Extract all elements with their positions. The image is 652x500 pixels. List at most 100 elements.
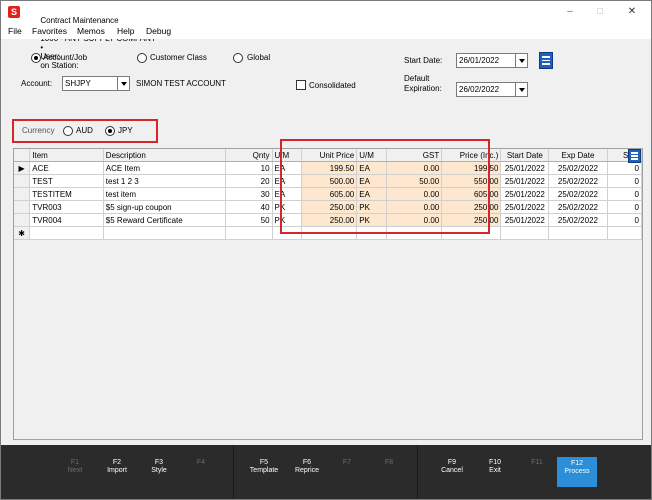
default-expiration-picker[interactable]: 26/02/2022 — [456, 82, 528, 97]
grid-cell-start-date[interactable]: 25/01/2022 — [500, 174, 550, 188]
grid-cell-description[interactable]: ACE Item — [103, 161, 226, 175]
grid-cell-item[interactable]: TVR003 — [29, 200, 104, 214]
grid-cell-item[interactable]: TEST — [29, 174, 104, 188]
row-selector[interactable] — [14, 174, 31, 188]
new-row-cell[interactable] — [607, 226, 642, 240]
new-row-cell[interactable] — [29, 226, 104, 240]
maximize-button[interactable]: □ — [586, 3, 614, 21]
fkey-f6-reprice[interactable]: F6 Reprice — [287, 459, 327, 475]
chevron-down-icon[interactable] — [515, 54, 527, 67]
fkey-code: F12 — [570, 460, 584, 467]
grid-cell-description[interactable]: test 1 2 3 — [103, 174, 226, 188]
grid-cell-sold[interactable]: 0 — [607, 161, 642, 175]
radio-currency-aud[interactable] — [63, 126, 73, 136]
grid-cell-qnty[interactable]: 50 — [225, 213, 273, 227]
app-logo-icon: S — [8, 6, 20, 18]
fkey-code: F9 — [447, 459, 457, 466]
new-row-cell[interactable] — [225, 226, 273, 240]
radio-account-job-label: Account/Job — [43, 53, 88, 62]
fkey-code: F3 — [154, 459, 164, 466]
grid-cell-start-date[interactable]: 25/01/2022 — [500, 161, 550, 175]
grid-cell-qnty[interactable]: 20 — [225, 174, 273, 188]
chevron-down-icon[interactable] — [515, 83, 527, 96]
current-row-indicator-icon[interactable]: ▶ — [14, 161, 31, 175]
fkey-label: Cancel — [441, 467, 463, 474]
col-item[interactable]: Item — [29, 149, 104, 162]
column-chooser-icon[interactable] — [628, 149, 641, 163]
start-date-picker[interactable]: 26/01/2022 — [456, 53, 528, 68]
radio-account-job[interactable] — [31, 53, 41, 63]
default-expiration-label: Default — [404, 74, 430, 83]
close-button[interactable]: ✕ — [618, 3, 646, 21]
fkey-code: F11 — [531, 459, 543, 466]
grid-cell-qnty[interactable]: 10 — [225, 161, 273, 175]
row-selector[interactable] — [14, 187, 31, 201]
fkey-label: Import — [107, 467, 127, 474]
menu-help[interactable]: Help — [117, 26, 134, 36]
new-row-cell[interactable] — [103, 226, 226, 240]
grid-cell-exp-date[interactable]: 25/02/2022 — [548, 213, 608, 227]
consolidated-checkbox[interactable] — [296, 80, 306, 90]
row-selector[interactable] — [14, 200, 31, 214]
menu-favorites[interactable]: Favorites — [32, 26, 67, 36]
grid-cell-sold[interactable]: 0 — [607, 200, 642, 214]
grid-cell-description[interactable]: $5 sign-up coupon — [103, 200, 226, 214]
col-description[interactable]: Description — [103, 149, 226, 162]
radio-currency-aud-label: AUD — [76, 126, 93, 135]
fkey-code: F10 — [488, 459, 502, 466]
minimize-button[interactable]: – — [556, 3, 584, 21]
fkey-label: Template — [249, 467, 279, 474]
grid-cell-exp-date[interactable]: 25/02/2022 — [548, 200, 608, 214]
new-row-icon[interactable]: ✱ — [14, 226, 31, 240]
price-columns-highlight-box — [280, 139, 490, 234]
grid-cell-qnty[interactable]: 40 — [225, 200, 273, 214]
col-qnty[interactable]: Qnty — [225, 149, 273, 162]
grid-cell-description[interactable]: $5 Reward Certificate — [103, 213, 226, 227]
grid-cell-item[interactable]: TESTITEM — [29, 187, 104, 201]
grid-cell-start-date[interactable]: 25/01/2022 — [500, 213, 550, 227]
fkey-f3-style[interactable]: F3 Style — [139, 459, 179, 475]
row-selector[interactable] — [14, 213, 31, 227]
new-row-cell[interactable] — [548, 226, 608, 240]
default-expiration-label-2: Expiration: — [404, 84, 442, 93]
options-menu-icon[interactable] — [539, 52, 553, 69]
radio-global[interactable] — [233, 53, 243, 63]
chevron-down-icon[interactable] — [117, 77, 129, 90]
col-start-date[interactable]: Start Date — [500, 149, 550, 162]
fkey-code: F1 — [70, 459, 80, 466]
radio-global-label: Global — [247, 53, 271, 62]
fkey-f7: F7 — [327, 459, 367, 467]
grid-cell-start-date[interactable]: 25/01/2022 — [500, 187, 550, 201]
fkey-f9-cancel[interactable]: F9 Cancel — [432, 459, 472, 475]
grid-cell-sold[interactable]: 0 — [607, 187, 642, 201]
fkey-f10-exit[interactable]: F10 Exit — [475, 459, 515, 475]
fkey-f5-template[interactable]: F5 Template — [244, 459, 284, 475]
grid-cell-item[interactable]: ACE — [29, 161, 104, 175]
fkey-f2-import[interactable]: F2 Import — [97, 459, 137, 475]
fkey-f11: F11 — [517, 459, 557, 467]
fkey-f12-process[interactable]: F12 Process — [557, 457, 597, 487]
grid-cell-exp-date[interactable]: 25/02/2022 — [548, 187, 608, 201]
grid-cell-start-date[interactable]: 25/01/2022 — [500, 200, 550, 214]
col-exp-date[interactable]: Exp Date — [548, 149, 608, 162]
default-expiration-value: 26/02/2022 — [459, 85, 500, 94]
title-bar: S Contract Maintenance • 1000 - ANY SUPP… — [1, 1, 651, 70]
new-row-cell[interactable] — [500, 226, 550, 240]
fkey-label: Process — [564, 468, 590, 475]
account-combo[interactable]: SHJPY — [62, 76, 130, 91]
menu-debug[interactable]: Debug — [146, 26, 171, 36]
menu-file[interactable]: File — [8, 26, 22, 36]
grid-cell-sold[interactable]: 0 — [607, 174, 642, 188]
radio-currency-jpy[interactable] — [105, 126, 115, 136]
title-station: on Station: — [40, 61, 79, 70]
menu-memos[interactable]: Memos — [77, 26, 105, 36]
grid-cell-sold[interactable]: 0 — [607, 213, 642, 227]
grid-cell-description[interactable]: test item — [103, 187, 226, 201]
grid-cell-exp-date[interactable]: 25/02/2022 — [548, 161, 608, 175]
fkey-f4: F4 — [181, 459, 221, 467]
grid-cell-qnty[interactable]: 30 — [225, 187, 273, 201]
grid-cell-item[interactable]: TVR004 — [29, 213, 104, 227]
row-selector-header — [14, 149, 31, 162]
grid-cell-exp-date[interactable]: 25/02/2022 — [548, 174, 608, 188]
radio-customer-class[interactable] — [137, 53, 147, 63]
